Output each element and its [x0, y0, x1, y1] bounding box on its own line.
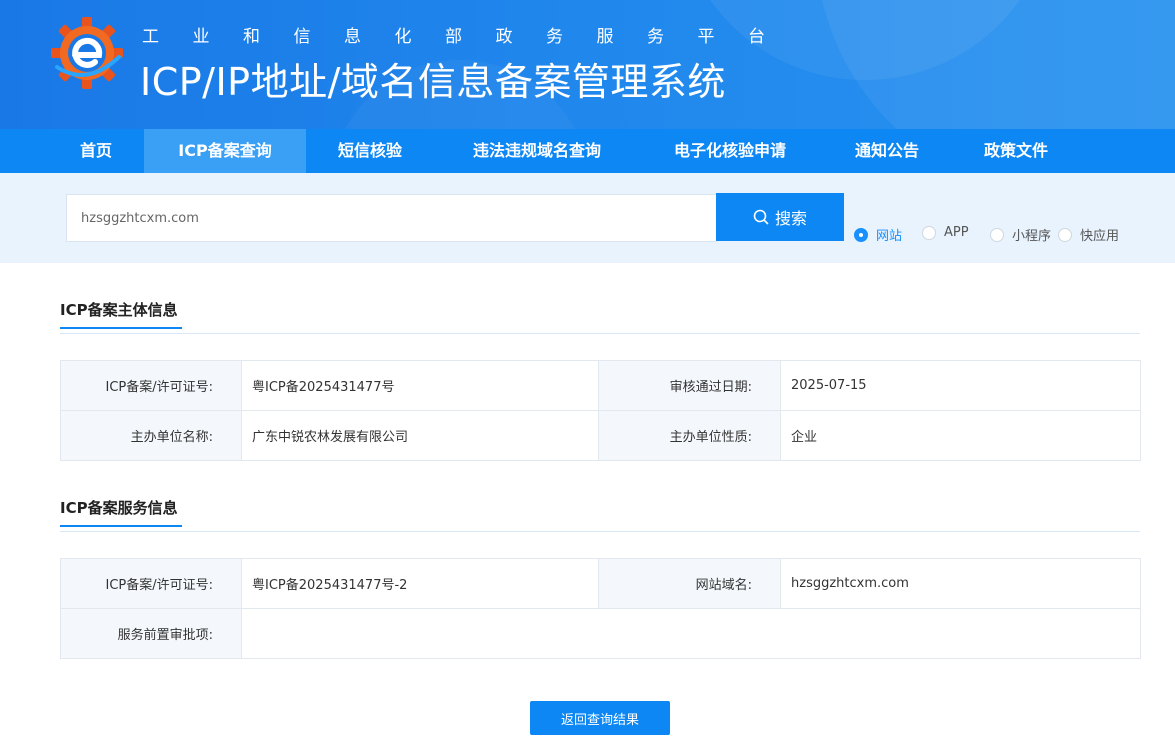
- radio-label: 快应用: [1080, 229, 1120, 244]
- nav-illegal-domain-query[interactable]: 违法违规域名查询: [452, 129, 622, 173]
- label-cell: 服务前置审批项:: [60, 608, 242, 659]
- radio-label: 网站: [876, 229, 903, 244]
- license-number-value: 粤ICP备2025431477号: [241, 360, 599, 411]
- label-cell: 主办单位名称:: [60, 410, 242, 461]
- section-divider: [60, 531, 1140, 532]
- pre-approval-value: [241, 608, 1141, 659]
- radio-dot: [990, 227, 1004, 242]
- platform-subtitle: 工业和信息化部政务服务平台: [142, 27, 799, 47]
- section-title-text: ICP备案主体信息: [60, 301, 178, 319]
- system-title: ICP/IP地址/域名信息备案管理系统: [140, 60, 726, 104]
- gear-e-logo-icon: [51, 17, 123, 89]
- label-cell: 主办单位性质:: [598, 410, 781, 461]
- nav-home[interactable]: 首页: [57, 129, 135, 173]
- radio-label: APP: [944, 225, 969, 240]
- search-icon: [753, 209, 769, 225]
- approve-date-value: 2025-07-15: [780, 360, 1141, 411]
- nav-icp-query[interactable]: ICP备案查询: [144, 129, 306, 173]
- back-to-results-button[interactable]: 返回查询结果: [530, 701, 670, 735]
- section-divider: [60, 333, 1140, 334]
- service-info-table: ICP备案/许可证号: 粤ICP备2025431477号-2 网站域名: hzs…: [60, 558, 1141, 659]
- search-button-label: 搜索: [774, 209, 807, 228]
- nav-e-verify-apply[interactable]: 电子化核验申请: [652, 129, 808, 173]
- service-license-value: 粤ICP备2025431477号-2: [241, 558, 599, 609]
- label-cell: 审核通过日期:: [598, 360, 781, 411]
- radio-app[interactable]: APP: [922, 225, 969, 240]
- label-cell: ICP备案/许可证号:: [60, 558, 242, 609]
- label-cell: 网站域名:: [598, 558, 781, 609]
- section-title-service: ICP备案服务信息: [60, 497, 182, 527]
- radio-quick-app[interactable]: 快应用: [1058, 225, 1119, 244]
- section-title-text: ICP备案服务信息: [60, 499, 178, 517]
- radio-dot: [854, 227, 868, 242]
- table-row: 主办单位名称: 广东中锐农林发展有限公司 主办单位性质: 企业: [60, 410, 1141, 461]
- table-row: 服务前置审批项:: [60, 608, 1141, 659]
- search-button[interactable]: 搜索: [716, 193, 844, 241]
- main-nav: 首页 ICP备案查询 短信核验 违法违规域名查询 电子化核验申请 通知公告 政策…: [0, 129, 1175, 173]
- section-title-underline: [60, 327, 182, 329]
- search-input[interactable]: [66, 194, 717, 242]
- radio-mini-program[interactable]: 小程序: [990, 225, 1051, 244]
- section-title-subject: ICP备案主体信息: [60, 299, 182, 329]
- org-type-value: 企业: [780, 410, 1141, 461]
- domain-value: hzsggzhtcxm.com: [780, 558, 1141, 609]
- search-band: 搜索 网站 APP 小程序 快应用: [0, 173, 1175, 263]
- nav-notices[interactable]: 通知公告: [838, 129, 936, 173]
- radio-dot: [1058, 227, 1072, 242]
- label-cell: ICP备案/许可证号:: [60, 360, 242, 411]
- radio-dot: [922, 225, 936, 240]
- org-name-value: 广东中锐农林发展有限公司: [241, 410, 599, 461]
- subject-info-table: ICP备案/许可证号: 粤ICP备2025431477号 审核通过日期: 202…: [60, 360, 1141, 461]
- section-title-underline: [60, 525, 182, 527]
- table-row: ICP备案/许可证号: 粤ICP备2025431477号-2 网站域名: hzs…: [60, 558, 1141, 609]
- radio-label: 小程序: [1012, 229, 1052, 244]
- nav-policy-docs[interactable]: 政策文件: [966, 129, 1066, 173]
- table-row: ICP备案/许可证号: 粤ICP备2025431477号 审核通过日期: 202…: [60, 360, 1141, 411]
- radio-website[interactable]: 网站: [854, 225, 902, 244]
- header-banner: 工业和信息化部政务服务平台 ICP/IP地址/域名信息备案管理系统: [0, 0, 1175, 129]
- nav-sms-verify[interactable]: 短信核验: [320, 129, 420, 173]
